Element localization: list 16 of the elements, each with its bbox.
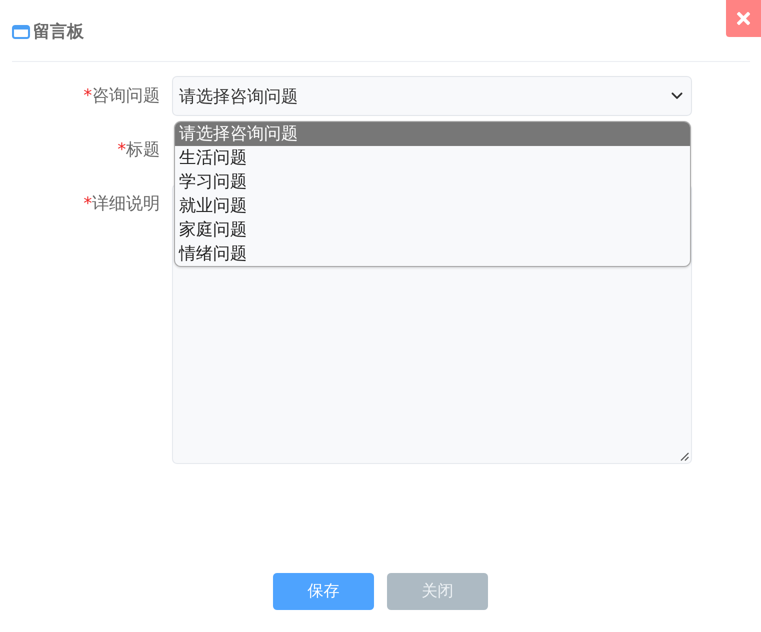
dropdown-option[interactable]: 生活问题 <box>175 146 690 170</box>
field-label: *咨询问题 <box>84 86 160 106</box>
window-icon <box>12 24 30 38</box>
dropdown-option[interactable]: 情绪问题 <box>175 242 690 266</box>
dropdown-option[interactable]: 请选择咨询问题 <box>175 122 690 146</box>
dialog-title: 留言板 <box>33 21 84 43</box>
chevron-down-icon <box>671 92 683 100</box>
dropdown-option[interactable]: 学习问题 <box>175 170 690 194</box>
resize-grip-icon[interactable] <box>680 452 689 461</box>
field-label: *标题 <box>118 140 160 160</box>
dropdown-option[interactable]: 家庭问题 <box>175 218 690 242</box>
select-field[interactable]: 请选择咨询问题 <box>172 76 692 116</box>
field-label: *详细说明 <box>84 194 160 214</box>
close-button[interactable] <box>726 0 761 37</box>
dropdown-option[interactable]: 就业问题 <box>175 194 690 218</box>
close-icon <box>737 12 750 25</box>
